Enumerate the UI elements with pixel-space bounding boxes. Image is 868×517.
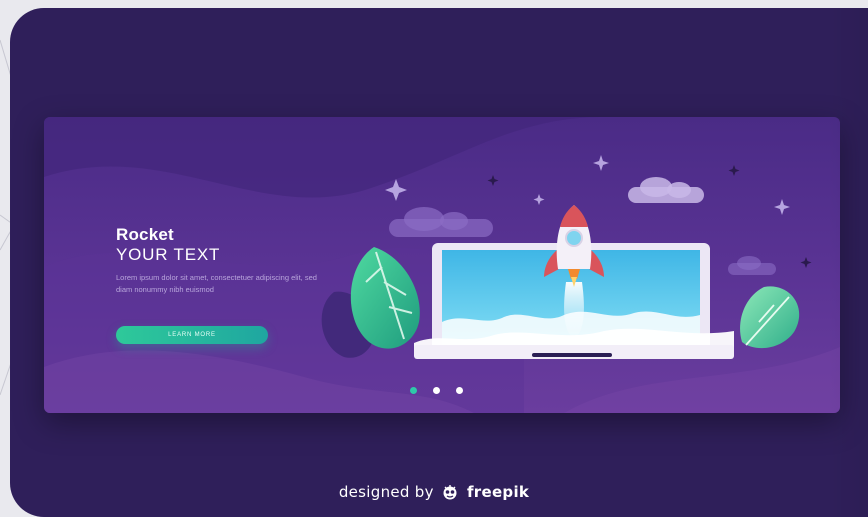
presentation-card: Rocket YOUR TEXT Lorem ipsum dolor sit a… [10, 8, 868, 517]
sparkle-icon [533, 194, 545, 205]
hero-body-text: Lorem ipsum dolor sit amet, consectetuer… [116, 273, 317, 294]
designer-credit: designed by freepik [10, 483, 868, 501]
sparkle-icon [774, 199, 790, 215]
hero-banner: Rocket YOUR TEXT Lorem ipsum dolor sit a… [44, 117, 840, 413]
credit-brand: freepik [466, 483, 530, 501]
slider-pagination [410, 387, 463, 394]
cloud-icon [628, 177, 704, 203]
pagination-dot-3[interactable] [456, 387, 463, 394]
hero-subtitle: YOUR TEXT [116, 245, 221, 264]
credit-prefix: designed by [338, 483, 434, 501]
cloud-icon [389, 207, 493, 237]
learn-more-button[interactable]: LEARN MORE [116, 326, 268, 344]
sparkle-icon [593, 155, 609, 171]
leaf-icon [740, 286, 800, 349]
pagination-dot-2[interactable] [433, 387, 440, 394]
pagination-dot-1[interactable] [410, 387, 417, 394]
cloud-icon [728, 256, 776, 275]
sparkle-icon [385, 179, 407, 201]
hero-illustration [44, 117, 840, 413]
hero-title: Rocket [116, 225, 174, 244]
freepik-logo-icon [443, 485, 457, 500]
